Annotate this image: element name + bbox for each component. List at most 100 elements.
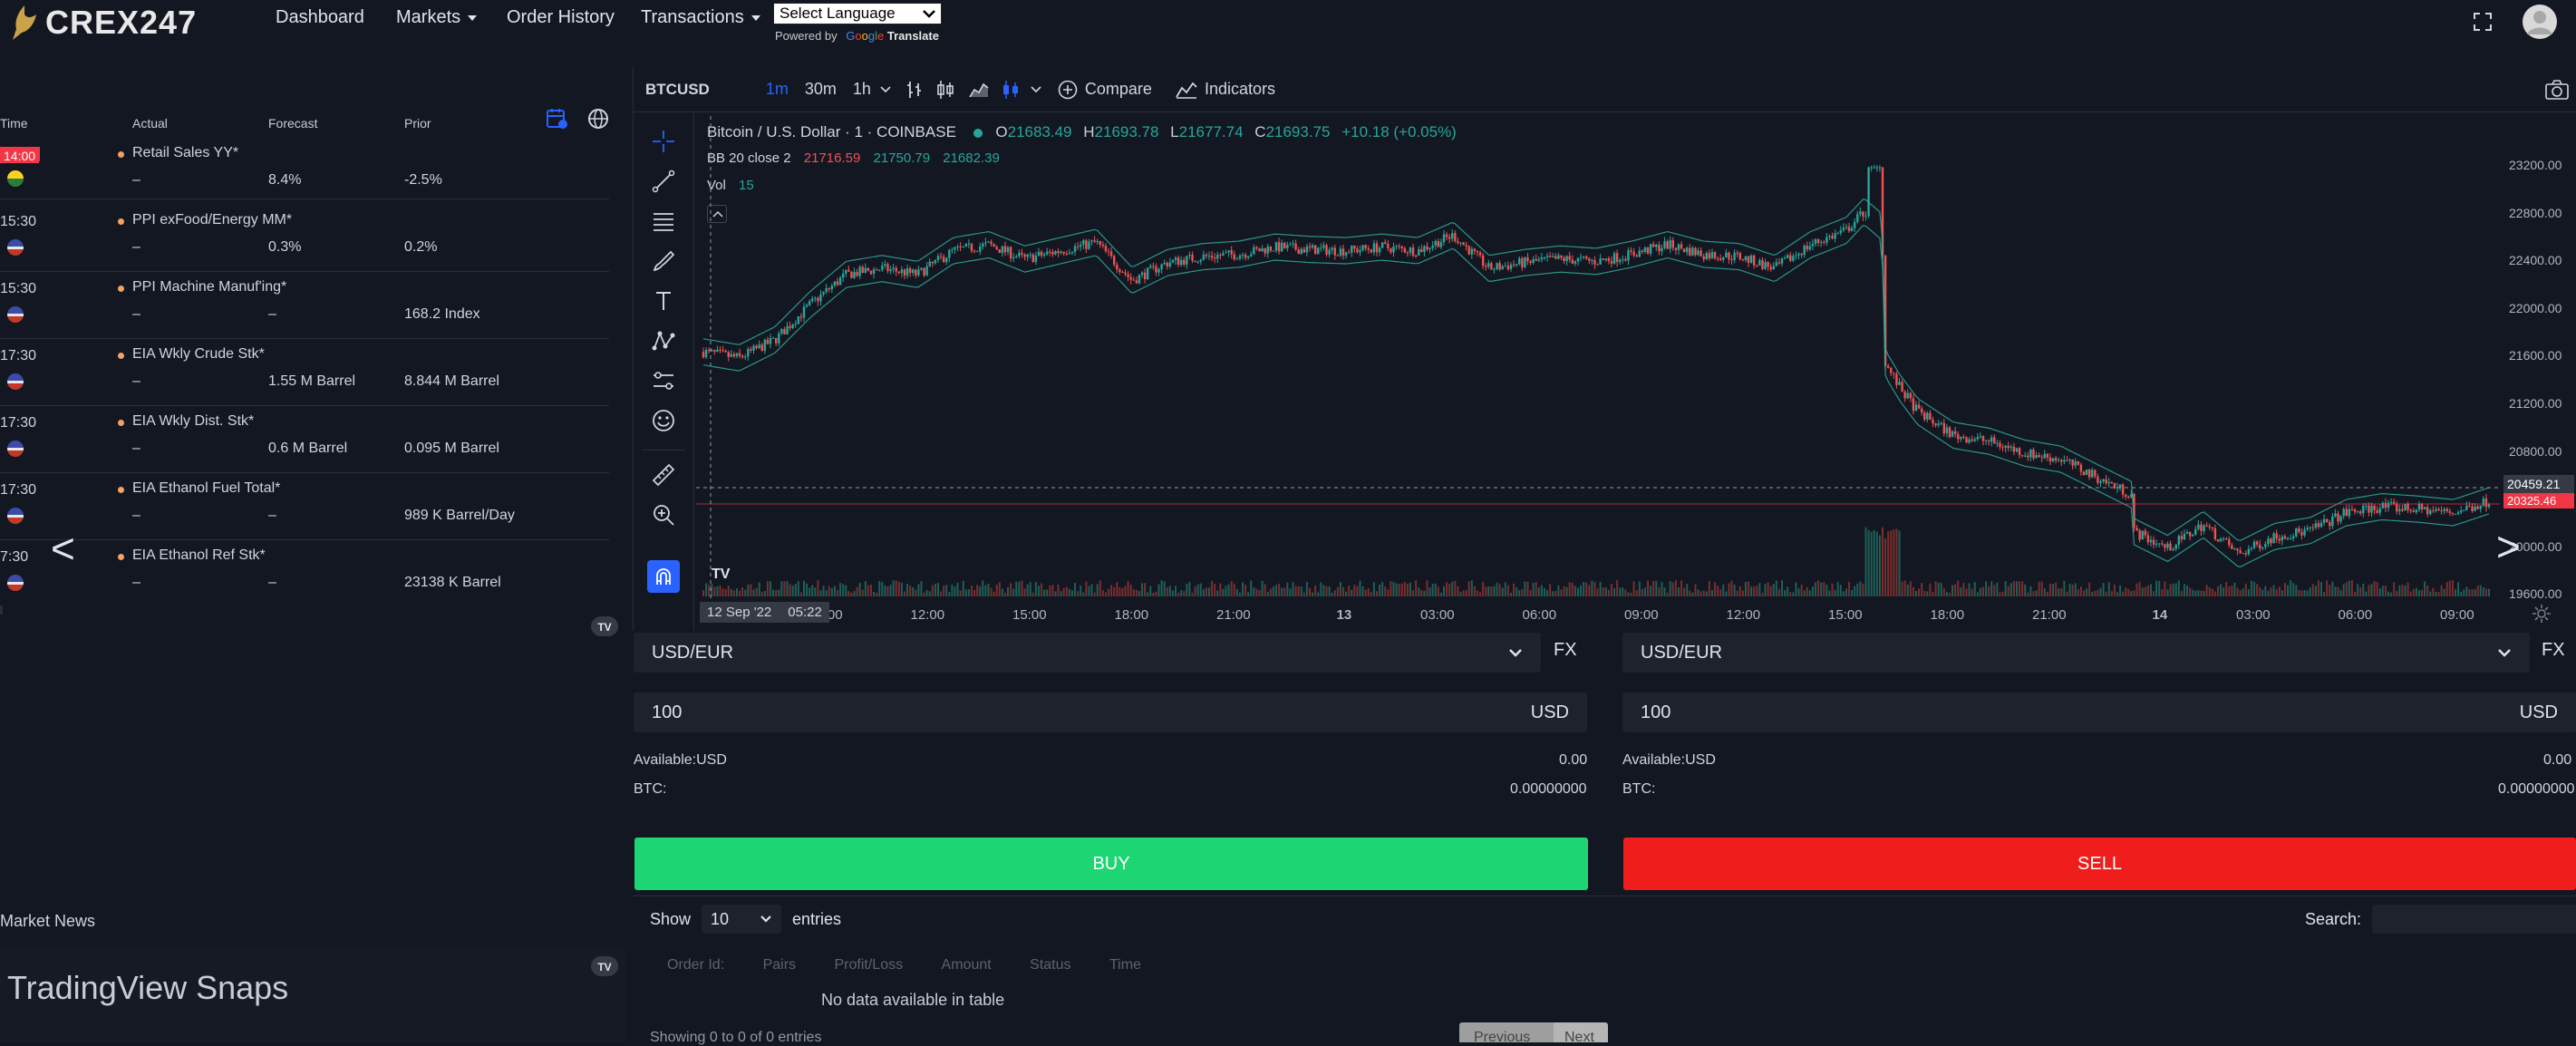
volume-bar <box>1065 586 1068 596</box>
candle-body <box>836 281 839 286</box>
volume-bar <box>2424 581 2426 596</box>
sell-pair-select[interactable]: USD/EUR <box>1622 633 2530 673</box>
candle-body <box>1914 404 1918 412</box>
volume-bar <box>1873 529 1875 596</box>
tradingview-logo-icon[interactable]: TV <box>710 564 739 582</box>
calendar-row[interactable]: 15:30 PPI exFood/Energy MM* – 0.3% 0.2% <box>0 205 609 272</box>
pagination-next[interactable]: Next <box>1554 1022 1608 1045</box>
nav-order-history[interactable]: Order History <box>507 7 615 28</box>
carousel-next-arrow[interactable]: > <box>2496 522 2521 571</box>
brush-icon[interactable] <box>651 248 676 274</box>
candle-body <box>2459 510 2463 513</box>
time-axis[interactable]: 09:00 12:00 15:00 18:00 21:00 13 03:00 06:00 09:… <box>696 598 2503 631</box>
volume-bar <box>1222 588 1225 596</box>
candle-body <box>1630 250 1632 252</box>
candle-body <box>1599 258 1602 265</box>
volume-bar <box>1694 584 1697 596</box>
col-amount[interactable]: Amount <box>942 957 992 973</box>
candle-body <box>1981 436 1985 441</box>
sell-button[interactable]: SELL <box>1623 838 2576 890</box>
trend-line-icon[interactable] <box>651 169 676 194</box>
volume-bar <box>1912 586 1914 596</box>
globe-icon[interactable] <box>587 108 609 130</box>
buy-amount-input[interactable]: 100 USD <box>634 692 1587 732</box>
volume-bar <box>2164 581 2166 596</box>
emoji-icon[interactable] <box>651 408 676 433</box>
entries-select[interactable]: 10 <box>702 905 782 934</box>
snaps-title[interactable]: TradingView Snaps <box>7 969 288 1007</box>
time-tick-label: 09:00 <box>2440 607 2474 623</box>
area-style-icon[interactable] <box>969 81 989 99</box>
price-chart-canvas[interactable] <box>696 116 2513 625</box>
chart-settings-gear-icon[interactable] <box>2532 604 2552 624</box>
fullscreen-icon[interactable] <box>2473 12 2493 32</box>
zoom-in-icon[interactable] <box>651 502 676 528</box>
chevron-down-icon[interactable] <box>1031 85 1041 94</box>
col-time[interactable]: Time <box>1109 957 1141 973</box>
candle-body <box>2032 449 2035 459</box>
fib-retracement-icon[interactable] <box>651 208 676 234</box>
candle-body <box>2222 538 2225 540</box>
calendar-row[interactable]: 17:30 EIA Wkly Dist. Stk* – 0.6 M Barrel… <box>0 406 609 473</box>
interval-1m[interactable]: 1m <box>766 80 789 99</box>
candle-body <box>1021 252 1023 255</box>
logo[interactable]: CREX247 <box>9 4 197 42</box>
text-icon[interactable] <box>651 288 676 314</box>
col-pairs[interactable]: Pairs <box>763 957 796 973</box>
language-select[interactable]: Select Language <box>773 3 942 24</box>
calendar-row[interactable]: 15:30 PPI Machine Manuf'ing* – – 168.2 I… <box>0 272 609 339</box>
candle-body <box>970 243 973 251</box>
indicators-icon[interactable] <box>1176 81 1197 99</box>
chevron-down-icon[interactable] <box>880 85 891 94</box>
col-order-id[interactable]: Order Id: <box>667 957 724 973</box>
volume-bar <box>2192 589 2194 596</box>
volume-bar <box>1683 587 1686 596</box>
buy-button[interactable]: BUY <box>634 838 1588 890</box>
candle-body <box>2009 446 2013 449</box>
indicators-button[interactable]: Indicators <box>1205 80 1275 99</box>
nav-dashboard[interactable]: Dashboard <box>276 7 364 28</box>
candles-style-icon[interactable] <box>936 80 956 100</box>
calendar-row[interactable]: 7:30 EIA Ethanol Ref Stk* – – 23138 K Ba… <box>0 540 609 607</box>
ruler-icon[interactable] <box>651 462 676 488</box>
calendar-row[interactable]: 17:30 EIA Ethanol Fuel Total* – – 989 K … <box>0 473 609 540</box>
candle-body <box>2270 538 2272 544</box>
symbol-label[interactable]: BTCUSD <box>645 81 710 99</box>
compare-plus-icon[interactable] <box>1058 80 1078 100</box>
col-profit-loss[interactable]: Profit/Loss <box>835 957 904 973</box>
pattern-icon[interactable] <box>651 328 676 354</box>
calendar-row[interactable]: 14:00 Retail Sales YY* – 8.4% -2.5% <box>0 138 609 199</box>
interval-1h[interactable]: 1h <box>853 80 871 99</box>
volume-bar <box>2048 583 2051 596</box>
camera-icon[interactable] <box>2545 80 2569 100</box>
compare-button[interactable]: Compare <box>1085 80 1152 99</box>
sell-btc-value: 0.00000000 <box>2498 781 2575 797</box>
crosshair-icon[interactable] <box>651 129 676 154</box>
col-status[interactable]: Status <box>1030 957 1070 973</box>
candle-body <box>2314 523 2318 528</box>
interval-30m[interactable]: 30m <box>805 80 837 99</box>
volume-bar <box>1353 585 1356 596</box>
carousel-prev-arrow[interactable]: < <box>51 524 75 573</box>
volume-bar <box>1090 584 1093 596</box>
orders-search-input[interactable] <box>2372 905 2576 934</box>
nav-markets[interactable]: Markets <box>396 7 478 28</box>
candle-body <box>1875 167 1879 169</box>
sell-amount-input[interactable]: 100 USD <box>1622 692 2576 732</box>
volume-bar <box>2019 581 2021 596</box>
user-avatar-icon[interactable] <box>2522 4 2558 40</box>
magnet-button[interactable] <box>647 560 680 593</box>
bars-style-icon[interactable] <box>905 80 924 100</box>
calendar-row[interactable]: 17:30 EIA Wkly Crude Stk* – 1.55 M Barre… <box>0 339 609 406</box>
prediction-icon[interactable] <box>651 368 676 393</box>
heikin-ashi-style-icon[interactable] <box>1002 80 1022 100</box>
pagination-previous[interactable]: Previous <box>1459 1022 1554 1045</box>
time-tick-label: 14 <box>2152 607 2168 623</box>
buy-pair-select[interactable]: USD/EUR <box>634 633 1541 673</box>
nav-transactions[interactable]: Transactions <box>641 7 760 28</box>
volume-bar <box>1535 582 1537 596</box>
candle-body <box>2345 508 2348 517</box>
volume-bar <box>2122 591 2125 596</box>
calendar-filter-icon[interactable] <box>546 107 569 131</box>
candle-body <box>2415 509 2418 513</box>
